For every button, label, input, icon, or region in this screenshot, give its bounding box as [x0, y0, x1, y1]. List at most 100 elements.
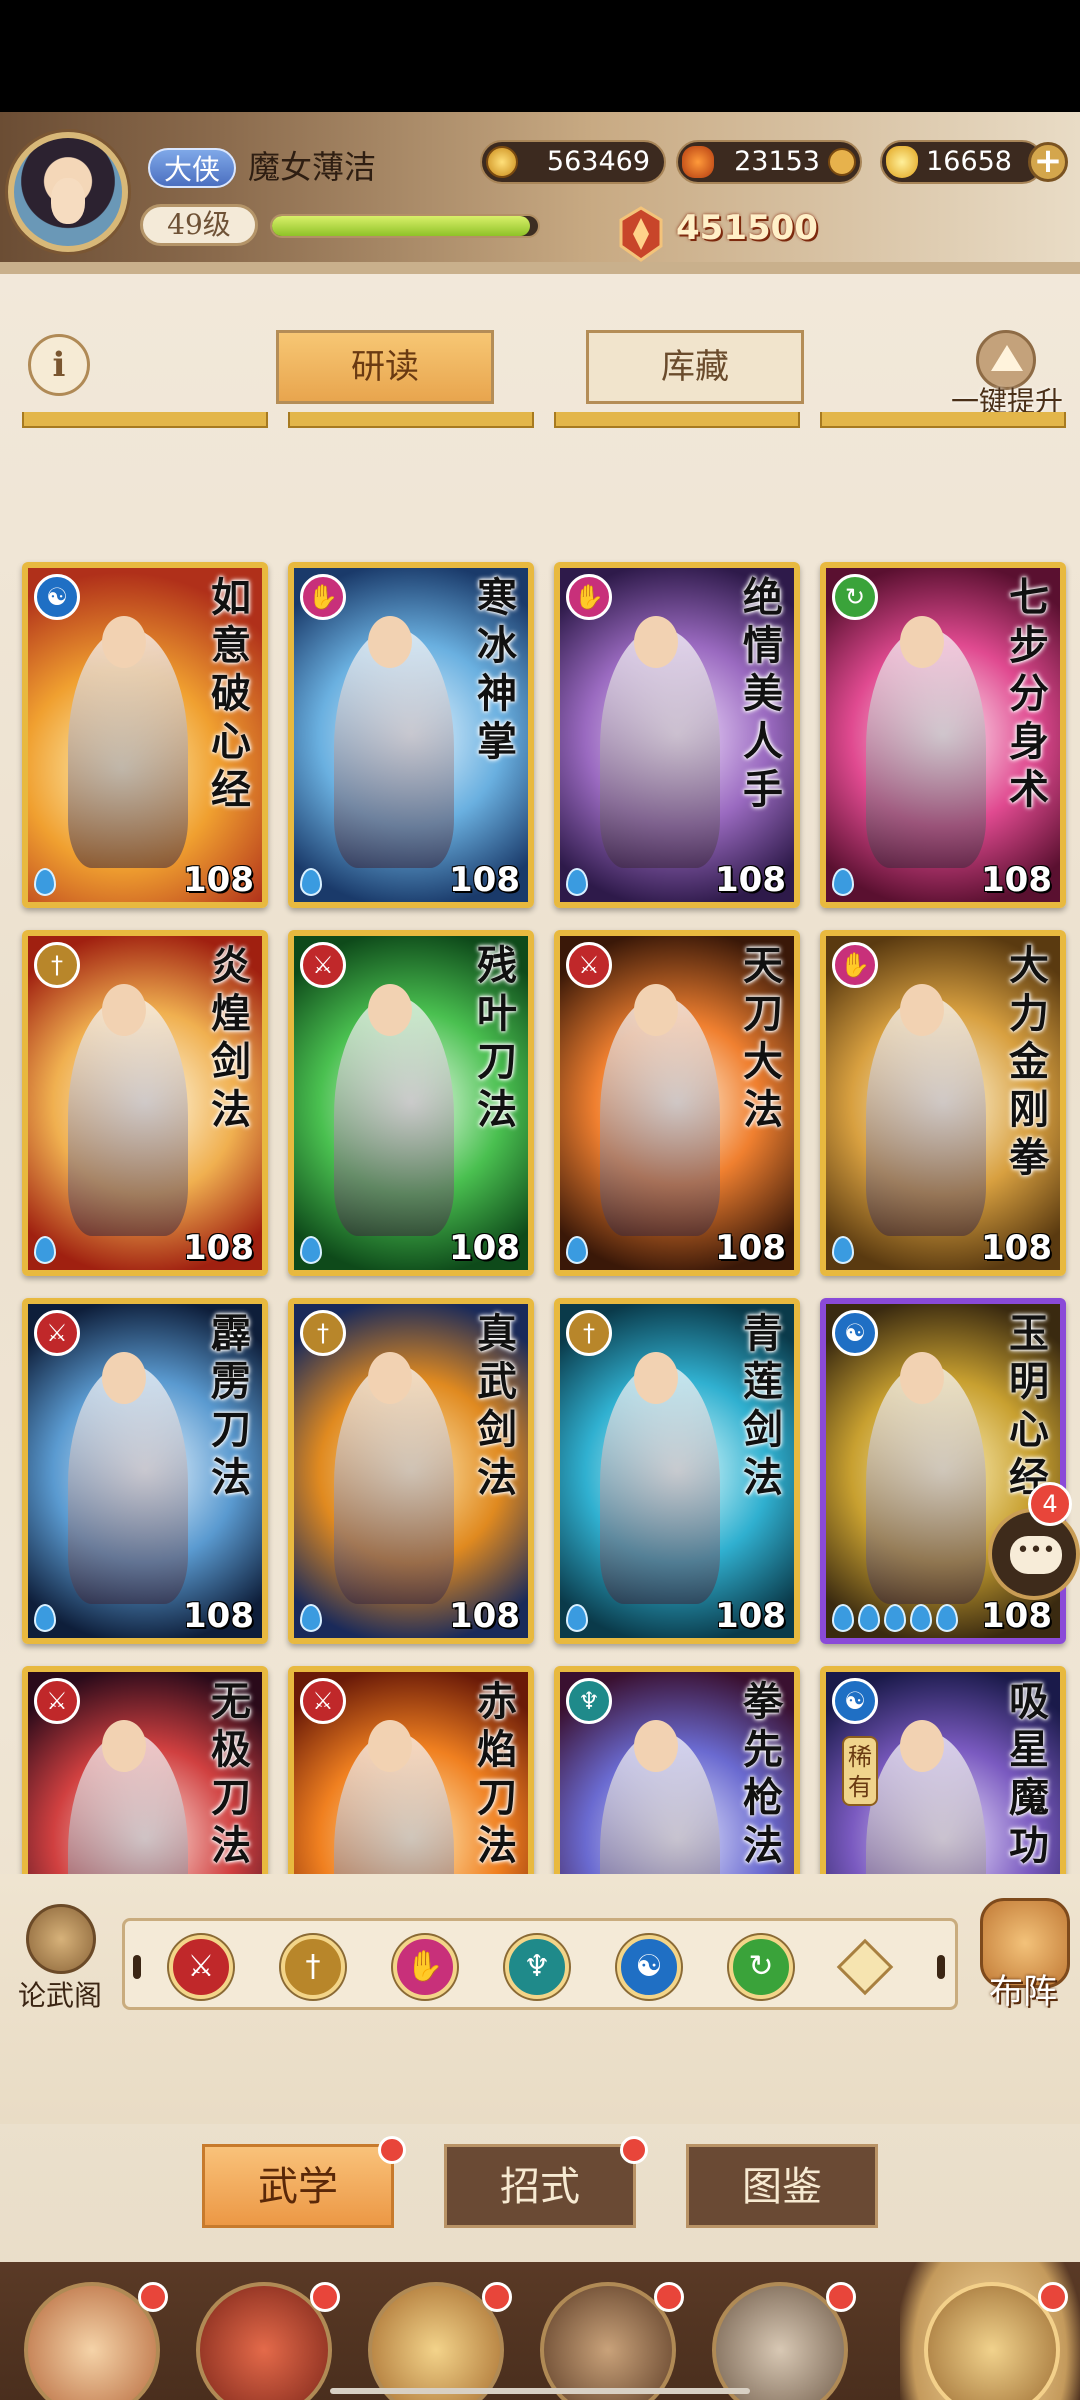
- formation-button[interactable]: 布阵: [968, 1898, 1078, 2028]
- martial-artist-head: [102, 616, 146, 668]
- formation-label: 布阵: [989, 1972, 1057, 2012]
- lunwu-pavilion-button[interactable]: 论武阁: [10, 1904, 110, 2014]
- star-drop-icon: [884, 1604, 906, 1632]
- coin-counter: 563469: [480, 140, 666, 184]
- skill-card[interactable]: 大力金刚拳 ✋ 108: [820, 930, 1066, 1276]
- skill-name: 霹雳刀法: [211, 1310, 251, 1501]
- skill-card[interactable]: 无极刀法⚔108: [22, 1666, 268, 1874]
- star-drop-icon: [832, 868, 854, 896]
- star-drop-icon: [566, 868, 588, 896]
- skill-level: 108: [449, 1596, 520, 1636]
- feet-school-filter-icon[interactable]: ↻: [729, 1935, 793, 1999]
- info-button[interactable]: i: [28, 334, 90, 396]
- skill-card[interactable]: 寒冰神掌 ✋ 108: [288, 562, 534, 908]
- skill-card[interactable]: 绝情美人手 ✋ 108: [554, 562, 800, 908]
- xp-bar-fill: [272, 216, 531, 236]
- yin-school-icon: ☯: [34, 574, 80, 620]
- nav-martial-arts[interactable]: 武学: [906, 2282, 1076, 2400]
- skill-card[interactable]: 赤焰刀法⚔108: [288, 1666, 534, 1874]
- star-drop-icon: [936, 1604, 958, 1632]
- skill-card[interactable]: 天刀大法 ⚔ 108: [554, 930, 800, 1276]
- tab-martial-arts[interactable]: 武学: [202, 2144, 394, 2228]
- star-drop-icon: [832, 1604, 854, 1632]
- martial-artist-head: [368, 1352, 412, 1404]
- status-bar: [0, 0, 1080, 112]
- rare-tag: 稀有: [842, 1736, 878, 1806]
- skill-card[interactable]: 残叶刀法 ⚔ 108: [288, 930, 534, 1276]
- star-drop-icon: [300, 1604, 322, 1632]
- special-school-filter-icon[interactable]: [836, 1938, 894, 1996]
- skill-card-grid: 如意破心经 ☯ 108 寒冰神掌 ✋ 108 绝情美人手 ✋ 108 七步分身术 ↻ 108 炎煌剑法 †…: [0, 412, 1080, 1874]
- star-drop-icon: [910, 1604, 932, 1632]
- blade-school-icon: ⚔: [300, 1678, 346, 1724]
- game-screen: 大侠 魔女薄洁 49级 563469 23153 16658 + 451500 …: [0, 112, 1080, 2400]
- skill-level: 108: [981, 1228, 1052, 1268]
- previous-row-edge: [22, 412, 268, 428]
- palm-school-icon: ✋: [832, 942, 878, 988]
- martial-artist-head: [368, 984, 412, 1036]
- coin-value: 563469: [546, 146, 650, 177]
- player-header: [0, 112, 1080, 272]
- sword-school-icon: †: [566, 1310, 612, 1356]
- nav-royal-city[interactable]: 王城: [178, 2282, 348, 2400]
- skill-name: 吸星魔功: [1009, 1678, 1049, 1869]
- previous-row-edge: [288, 412, 534, 428]
- skill-card[interactable]: 霹雳刀法 ⚔ 108: [22, 1298, 268, 1644]
- star-drop-icon: [858, 1604, 880, 1632]
- sword-school-icon: †: [34, 942, 80, 988]
- skill-card[interactable]: 青莲剑法 † 108: [554, 1298, 800, 1644]
- skill-card[interactable]: 吸星魔功☯稀有108: [820, 1666, 1066, 1874]
- xp-bar: [270, 214, 540, 238]
- skill-name: 赤焰刀法: [477, 1678, 517, 1869]
- nav-training[interactable]: 历练: [6, 2282, 176, 2400]
- tab-study[interactable]: 研读: [276, 330, 494, 404]
- martial-artist-head: [634, 984, 678, 1036]
- skill-level: 108: [715, 860, 786, 900]
- sword-school-filter-icon[interactable]: †: [281, 1935, 345, 1999]
- player-avatar[interactable]: [8, 132, 128, 252]
- notification-dot: [378, 2136, 406, 2164]
- skill-card[interactable]: 如意破心经 ☯ 108: [22, 562, 268, 908]
- lunwu-label: 论武阁: [17, 1979, 102, 2012]
- skill-level: 108: [715, 1596, 786, 1636]
- chat-unread-badge: 4: [1028, 1482, 1072, 1526]
- notification-dot: [620, 2136, 648, 2164]
- martial-artist-head: [900, 984, 944, 1036]
- star-drop-icon: [34, 1604, 56, 1632]
- spear-school-filter-icon[interactable]: ♆: [505, 1935, 569, 1999]
- one-click-upgrade-button[interactable]: 一键提升: [946, 326, 1066, 426]
- skill-name: 残叶刀法: [477, 942, 517, 1133]
- skill-name: 无极刀法: [211, 1678, 251, 1869]
- blade-school-filter-icon[interactable]: ⚔: [169, 1935, 233, 1999]
- palm-school-icon: ✋: [566, 574, 612, 620]
- tab-moves[interactable]: 招式: [444, 2144, 636, 2228]
- add-gold-button[interactable]: +: [1028, 142, 1068, 182]
- school-filter-bar: ⚔ † ✋ ♆ ☯ ↻: [122, 1918, 958, 2010]
- skill-card[interactable]: 真武剑法 † 108: [288, 1298, 534, 1644]
- skill-card[interactable]: 炎煌剑法 † 108: [22, 930, 268, 1276]
- nav-character[interactable]: 角色: [522, 2282, 692, 2400]
- nav-guild[interactable]: 帮派: [694, 2282, 864, 2400]
- feet-school-icon: ↻: [832, 574, 878, 620]
- nav-jianghu[interactable]: 江湖: [350, 2282, 520, 2400]
- palm-school-filter-icon[interactable]: ✋: [393, 1935, 457, 1999]
- chat-button[interactable]: •••: [988, 1508, 1080, 1600]
- tab-compendium[interactable]: 图鉴: [686, 2144, 878, 2228]
- skill-name: 拳先枪法: [743, 1678, 783, 1869]
- skill-name: 真武剑法: [477, 1310, 517, 1501]
- yin-yang-school-filter-icon[interactable]: ☯: [617, 1935, 681, 1999]
- home-indicator: [330, 2388, 750, 2394]
- star-drop-icon: [34, 1236, 56, 1264]
- skill-name: 绝情美人手: [743, 574, 783, 813]
- skill-card[interactable]: 七步分身术 ↻ 108: [820, 562, 1066, 908]
- blade-school-icon: ⚔: [34, 1310, 80, 1356]
- sword-school-icon: †: [300, 1310, 346, 1356]
- martial-artist-head: [634, 616, 678, 668]
- coin-icon: [486, 146, 518, 178]
- notification-dot: [482, 2282, 512, 2312]
- header-divider: [0, 262, 1080, 274]
- tab-storage[interactable]: 库藏: [586, 330, 804, 404]
- skill-card[interactable]: 拳先枪法♆108: [554, 1666, 800, 1874]
- spirit-icon: [682, 146, 714, 178]
- martial-artist-head: [900, 1352, 944, 1404]
